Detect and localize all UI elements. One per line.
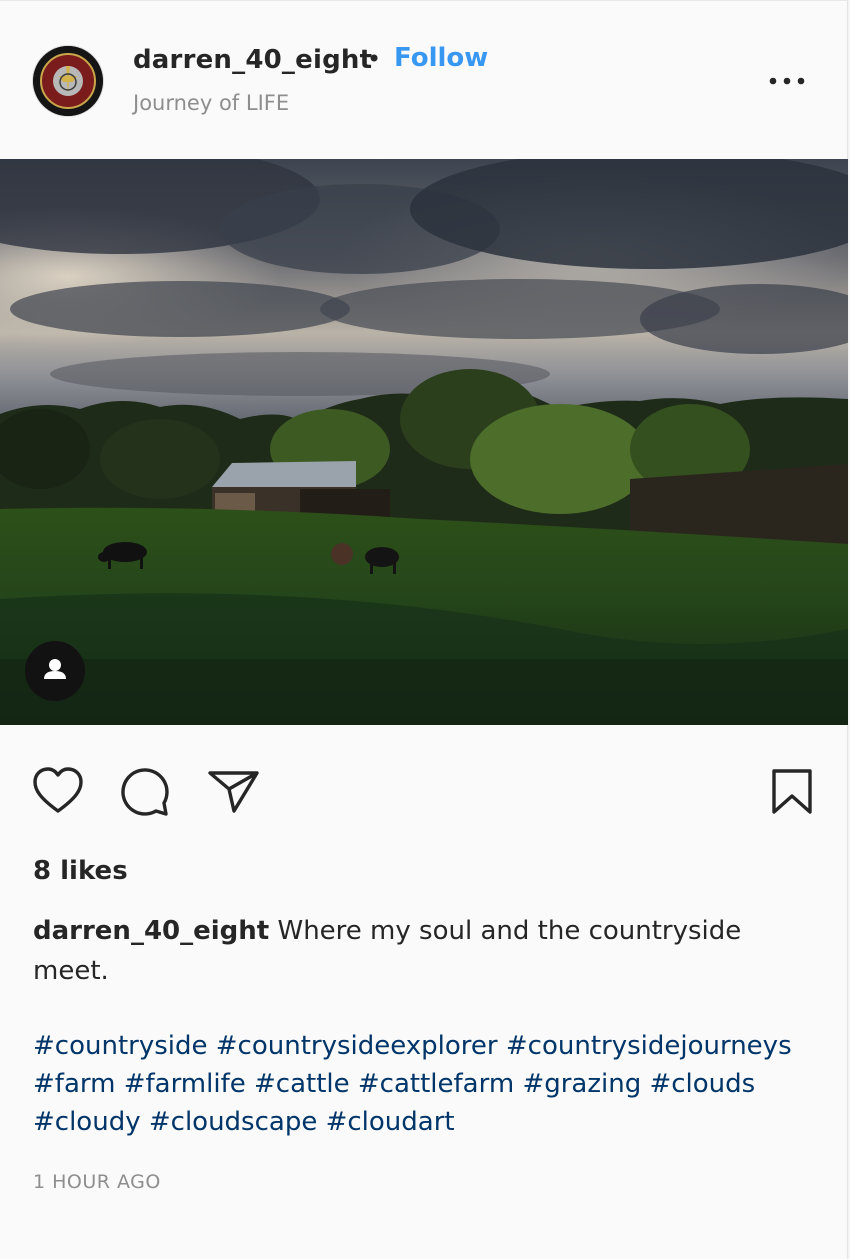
post-photo[interactable] [0, 159, 848, 725]
hashtag-link[interactable]: #cloudy [33, 1107, 141, 1137]
more-options-button[interactable] [762, 63, 812, 99]
comment-icon [121, 768, 169, 816]
like-count[interactable]: 8 likes [33, 856, 128, 886]
follow-button[interactable]: Follow [394, 43, 488, 73]
avatar[interactable] [33, 46, 103, 116]
post-caption: darren_40_eight Where my soul and the co… [33, 911, 813, 991]
hashtag-link[interactable]: #farmlife [124, 1069, 246, 1099]
user-tag-icon [44, 659, 66, 679]
hashtag-link[interactable]: #clouds [649, 1069, 755, 1099]
hashtag-link[interactable]: #cloudscape [149, 1107, 317, 1137]
share-icon [208, 771, 259, 813]
hashtag-link[interactable]: #cattle [254, 1069, 350, 1099]
more-horizontal-icon [769, 77, 805, 85]
bookmark-icon [772, 769, 812, 814]
comment-button[interactable] [117, 765, 173, 819]
like-button[interactable] [30, 765, 86, 819]
save-button[interactable] [766, 765, 818, 819]
instagram-post: darren_40_eight • Follow Journey of LIFE [0, 0, 848, 1259]
heart-icon [33, 767, 83, 813]
hashtag-link[interactable]: #countryside [33, 1031, 207, 1061]
post-header: darren_40_eight • Follow Journey of LIFE [0, 1, 848, 159]
post-location[interactable]: Journey of LIFE [133, 91, 289, 115]
hashtag-link[interactable]: #grazing [522, 1069, 641, 1099]
tagged-users-button[interactable] [25, 641, 85, 701]
share-button[interactable] [205, 765, 261, 819]
hashtag-list: #countryside #countrysideexplorer #count… [33, 1027, 823, 1141]
separator-dot: • [367, 45, 382, 73]
hashtag-link[interactable]: #cloudart [326, 1107, 455, 1137]
hashtag-link[interactable]: #countrysideexplorer [216, 1031, 498, 1061]
post-author-username[interactable]: darren_40_eight [133, 45, 372, 75]
hashtag-link[interactable]: #farm [33, 1069, 115, 1099]
countryside-photo [0, 159, 848, 725]
post-timestamp[interactable]: 1 HOUR AGO [33, 1171, 161, 1193]
caption-username[interactable]: darren_40_eight [33, 916, 269, 946]
hashtag-link[interactable]: #cattlefarm [358, 1069, 514, 1099]
hashtag-link[interactable]: #countrysidejourneys [506, 1031, 792, 1061]
marine-corps-emblem-icon [33, 46, 103, 116]
